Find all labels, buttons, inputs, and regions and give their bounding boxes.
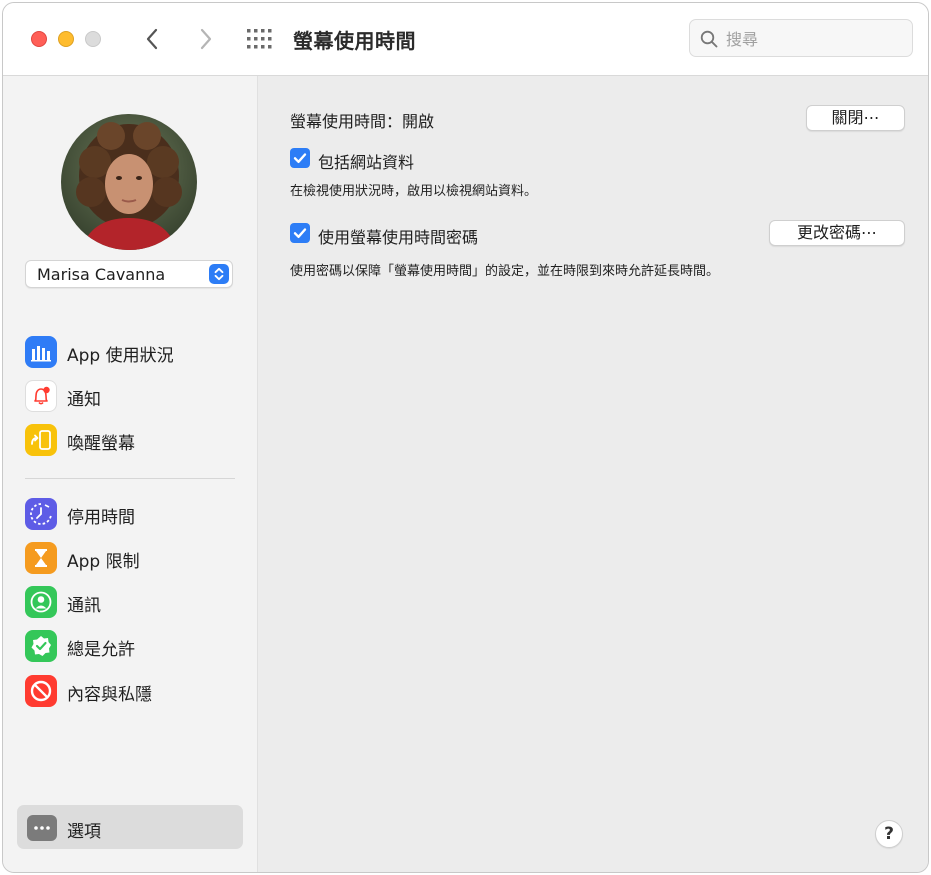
minimize-window-button[interactable] xyxy=(58,31,74,47)
search-field[interactable] xyxy=(689,19,913,57)
avatar xyxy=(61,114,197,250)
search-icon xyxy=(700,30,718,48)
screen-time-status: 螢幕使用時間：開啟 xyxy=(290,112,435,131)
change-passcode-button[interactable]: 更改密碼⋯ xyxy=(769,220,905,246)
user-name: Marisa Cavanna xyxy=(37,265,166,284)
sidebar-item-pickups[interactable]: 喚醒螢幕 xyxy=(25,424,235,458)
use-passcode-checkbox[interactable] xyxy=(290,223,310,243)
turn-off-button[interactable]: 關閉⋯ xyxy=(806,105,905,131)
sidebar-item-communication[interactable]: 通訊 xyxy=(25,586,235,620)
include-website-checkbox[interactable] xyxy=(290,148,310,168)
hourglass-icon xyxy=(25,542,57,574)
help-button[interactable]: ? xyxy=(875,820,903,848)
include-website-label: 包括網站資料 xyxy=(318,153,415,172)
sidebar: Marisa Cavanna App 使用狀況 通知 喚醒螢幕 停用時間 App… xyxy=(3,76,258,872)
downtime-icon xyxy=(25,498,57,530)
up-down-chevron-icon xyxy=(209,264,229,284)
include-website-description: 在檢視使用狀況時，啟用以檢視網站資料。 xyxy=(290,184,538,199)
passcode-description: 使用密碼以保障「螢幕使用時間」的設定，並在時限到來時允許延長時間。 xyxy=(290,264,720,279)
sidebar-item-app-limits[interactable]: App 限制 xyxy=(25,542,235,576)
chart-bars-icon xyxy=(25,336,57,368)
title-bar: 螢幕使用時間 xyxy=(3,3,928,76)
main-content: 螢幕使用時間：開啟 關閉⋯ 包括網站資料 在檢視使用狀況時，啟用以檢視網站資料。… xyxy=(258,76,928,872)
use-passcode-label: 使用螢幕使用時間密碼 xyxy=(318,228,479,247)
user-select[interactable]: Marisa Cavanna xyxy=(25,260,233,288)
bell-icon xyxy=(25,380,57,412)
forward-button[interactable] xyxy=(193,27,217,51)
checkmark-icon xyxy=(293,153,307,163)
no-entry-icon xyxy=(25,675,57,707)
back-button[interactable] xyxy=(141,27,165,51)
phone-pickup-icon xyxy=(25,424,57,456)
contact-icon xyxy=(25,586,57,618)
sidebar-item-options[interactable]: 選項 xyxy=(17,805,243,849)
chevron-left-icon xyxy=(146,28,158,50)
show-all-preferences-button[interactable] xyxy=(247,29,273,49)
sidebar-item-content-privacy[interactable]: 內容與私隱 xyxy=(25,675,235,709)
search-input[interactable] xyxy=(724,26,908,52)
grid-icon xyxy=(247,29,272,49)
sidebar-item-always-allowed[interactable]: 總是允許 xyxy=(25,630,235,664)
sidebar-item-app-usage[interactable]: App 使用狀況 xyxy=(25,336,235,370)
sidebar-item-notifications[interactable]: 通知 xyxy=(25,380,235,414)
ellipsis-icon xyxy=(27,815,57,841)
window-title: 螢幕使用時間 xyxy=(293,29,416,53)
screen-time-window: 螢幕使用時間 搜尋 Marisa Cavanna App 使用狀況 通知 喚醒螢… xyxy=(2,2,929,873)
checkmark-icon xyxy=(293,228,307,238)
checkmark-badge-icon xyxy=(25,630,57,662)
sidebar-item-downtime[interactable]: 停用時間 xyxy=(25,498,235,532)
zoom-window-button[interactable] xyxy=(85,31,101,47)
chevron-right-icon xyxy=(200,28,212,50)
sidebar-divider xyxy=(25,478,235,479)
close-window-button[interactable] xyxy=(31,31,47,47)
